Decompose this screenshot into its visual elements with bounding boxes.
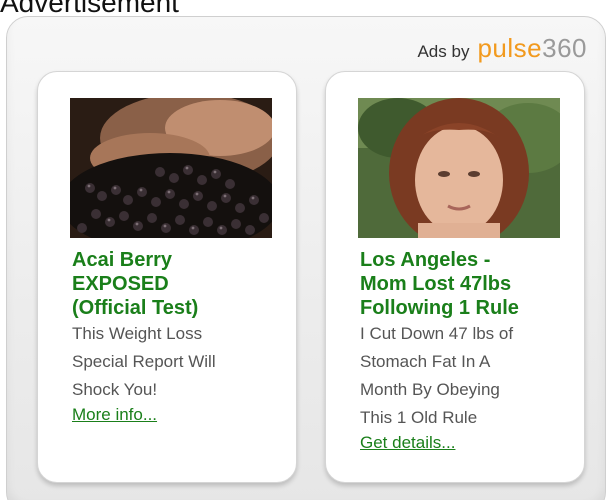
ad-description: This Weight Loss Special Report Will Sho… [72, 320, 292, 404]
description-line: This Weight Loss [72, 324, 203, 343]
ad-card-los-angeles[interactable]: Los Angeles - Mom Lost 47lbs Following 1… [325, 71, 585, 483]
headline-line: Acai Berry [72, 249, 173, 271]
headline-line: Mom Lost 47lbs [360, 273, 512, 295]
ad-headline[interactable]: Acai Berry EXPOSED (Official Test) [72, 248, 292, 320]
ad-panel: Ads by pulse360 Acai Berry EXPOSED (Offi… [6, 16, 606, 500]
headline-line: Los Angeles - [360, 249, 491, 271]
ad-page: Advertisement Ads by pulse360 Acai Berry… [0, 0, 608, 500]
description-line: Stomach Fat In A [360, 352, 491, 371]
ad-headline[interactable]: Los Angeles - Mom Lost 47lbs Following 1… [360, 248, 580, 320]
ads-by-text: Ads by [417, 42, 470, 61]
ad-description: I Cut Down 47 lbs of Stomach Fat In A Mo… [360, 320, 580, 432]
acai-berries-image[interactable] [70, 98, 272, 238]
headline-line: (Official Test) [72, 297, 199, 319]
brand-num-text: 360 [542, 33, 587, 63]
ads-by-attribution[interactable]: Ads by pulse360 [417, 35, 587, 62]
headline-line: EXPOSED [72, 273, 169, 295]
ad-card-acai[interactable]: Acai Berry EXPOSED (Official Test) This … [37, 71, 297, 483]
get-details-link[interactable]: Get details... [360, 433, 455, 453]
description-line: This 1 Old Rule [360, 408, 478, 427]
description-line: I Cut Down 47 lbs of [360, 324, 514, 343]
description-line: Special Report Will [72, 352, 216, 371]
description-line: Month By Obeying [360, 380, 500, 399]
headline-line: Following 1 Rule [360, 297, 519, 319]
more-info-link[interactable]: More info... [72, 405, 157, 425]
description-line: Shock You! [72, 380, 158, 399]
woman-portrait-image[interactable] [358, 98, 560, 238]
pulse360-logo[interactable]: pulse360 [477, 35, 587, 61]
brand-pulse-text: pulse [477, 33, 543, 63]
